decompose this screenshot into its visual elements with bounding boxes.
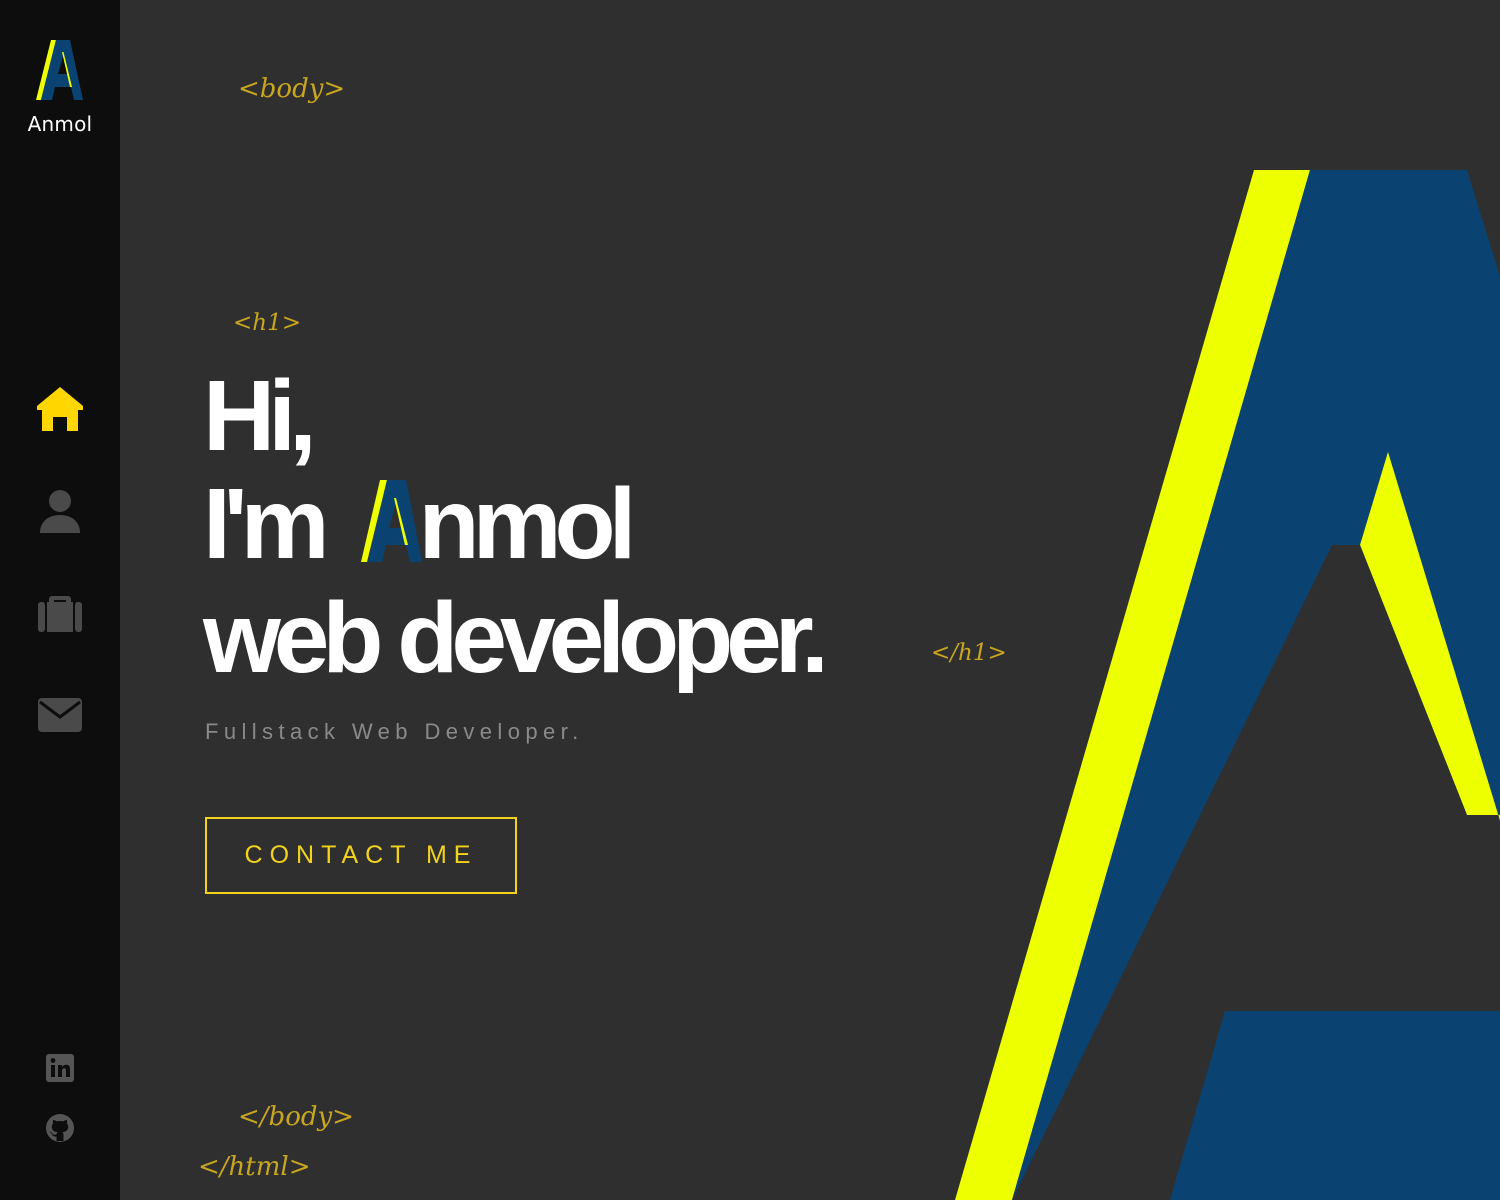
linkedin-link[interactable] xyxy=(44,1052,76,1084)
hero-name-logo-icon xyxy=(360,476,424,584)
hero-name-rest: nmol xyxy=(418,468,636,580)
home-icon xyxy=(37,387,83,431)
user-icon xyxy=(40,490,80,533)
hero-im: I'm xyxy=(203,468,330,580)
contact-me-button[interactable]: CONTACT ME xyxy=(205,817,517,894)
tag-body-close: </body> xyxy=(238,1102,354,1132)
tag-body-open: <body> xyxy=(238,74,346,104)
briefcase-icon xyxy=(38,596,82,632)
brand-logo[interactable]: Anmol xyxy=(0,38,120,136)
hero-line-role: web developer. xyxy=(203,582,829,694)
envelope-icon xyxy=(38,698,82,732)
brand-logo-icon xyxy=(36,40,83,100)
linkedin-icon xyxy=(46,1054,74,1082)
nav-contact[interactable] xyxy=(34,690,86,742)
hero-line-greeting: Hi, xyxy=(203,360,317,472)
hero-line-name: I'm nmol xyxy=(203,470,822,584)
github-link[interactable] xyxy=(44,1112,76,1144)
nav-about[interactable] xyxy=(34,486,86,538)
brand-name: Anmol xyxy=(27,112,93,136)
tag-h1-open: <h1> xyxy=(233,310,301,336)
hero-subtitle: Fullstack Web Developer. xyxy=(205,719,584,744)
sidebar: Anmol xyxy=(0,0,120,1200)
background-logo xyxy=(955,170,1500,1200)
hero-headline: Hi, I'm nmol web developer. xyxy=(203,360,829,694)
tag-html-close: </html> xyxy=(198,1152,311,1182)
github-icon xyxy=(46,1114,74,1142)
nav-home[interactable] xyxy=(34,384,86,436)
nav-portfolio[interactable] xyxy=(34,588,86,640)
